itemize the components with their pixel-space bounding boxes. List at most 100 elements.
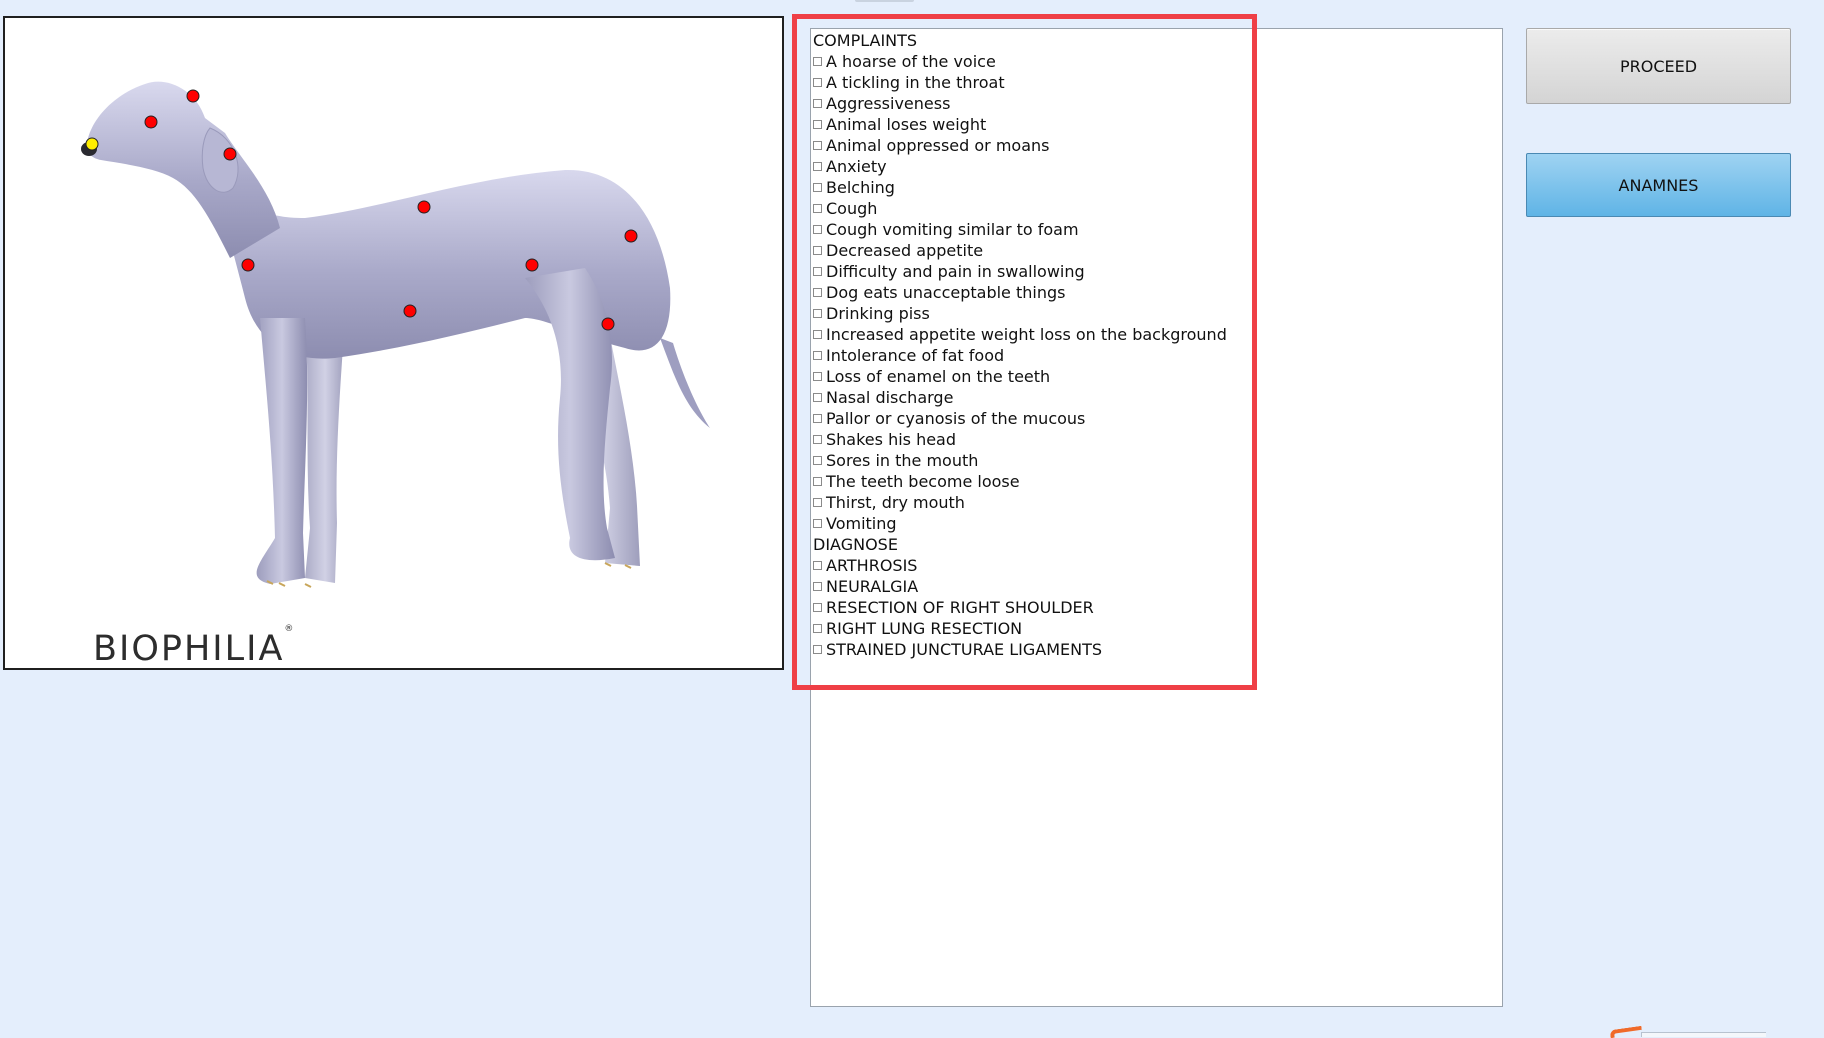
corner-field[interactable] [1641, 1032, 1766, 1037]
complaint-item[interactable]: Sores in the mouth [813, 450, 1253, 471]
checkbox[interactable] [813, 141, 822, 150]
complaint-item[interactable]: Vomiting [813, 513, 1253, 534]
checkbox[interactable] [813, 414, 822, 423]
diagnosis-item[interactable]: RESECTION OF RIGHT SHOULDER [813, 597, 1253, 618]
complaint-item[interactable]: Decreased appetite [813, 240, 1253, 261]
complaint-item-label: Pallor or cyanosis of the mucous [826, 409, 1086, 428]
checkbox[interactable] [813, 582, 822, 591]
checkbox[interactable] [813, 561, 822, 570]
anamnes-button[interactable]: ANAMNES [1526, 153, 1791, 217]
checkbox[interactable] [813, 435, 822, 444]
complaint-item[interactable]: Increased appetite weight loss on the ba… [813, 324, 1253, 345]
registered-mark: ® [284, 624, 294, 635]
complaint-item-label: Intolerance of fat food [826, 346, 1005, 365]
complaint-item-label: Aggressiveness [826, 94, 951, 113]
checkbox[interactable] [813, 99, 822, 108]
point-marker[interactable] [525, 258, 539, 272]
top-tab-handle[interactable] [855, 0, 914, 2]
checkbox[interactable] [813, 183, 822, 192]
complaint-item[interactable]: Thirst, dry mouth [813, 492, 1253, 513]
diagnosis-item-label: RIGHT LUNG RESECTION [826, 619, 1023, 638]
complaint-item[interactable]: Loss of enamel on the teeth [813, 366, 1253, 387]
dog-body-map-panel: BIOPHILIA® [3, 16, 784, 670]
complaint-item[interactable]: Shakes his head [813, 429, 1253, 450]
complaint-item[interactable]: Dog eats unacceptable things [813, 282, 1253, 303]
point-marker[interactable] [417, 200, 431, 214]
corner-arrow-icon[interactable] [1609, 1025, 1643, 1038]
complaint-item-label: Animal loses weight [826, 115, 987, 134]
complaint-item-label: Drinking piss [826, 304, 930, 323]
point-marker[interactable] [601, 317, 615, 331]
complaint-item[interactable]: Drinking piss [813, 303, 1253, 324]
dog-body-map [81, 81, 710, 588]
checkbox[interactable] [813, 288, 822, 297]
complaint-item-label: Decreased appetite [826, 241, 984, 260]
point-marker[interactable] [241, 258, 255, 272]
complaint-item[interactable]: Aggressiveness [813, 93, 1253, 114]
diagnosis-item-label: RESECTION OF RIGHT SHOULDER [826, 598, 1094, 617]
complaint-item-label: Loss of enamel on the teeth [826, 367, 1051, 386]
checkbox[interactable] [813, 204, 822, 213]
brand-logo-text: BIOPHILIA [93, 629, 285, 669]
complaint-item[interactable]: Belching [813, 177, 1253, 198]
diagnosis-item[interactable]: RIGHT LUNG RESECTION [813, 618, 1253, 639]
complaint-item-label: Belching [826, 178, 895, 197]
checkbox[interactable] [813, 120, 822, 129]
complaint-item[interactable]: Pallor or cyanosis of the mucous [813, 408, 1253, 429]
point-marker[interactable] [186, 89, 200, 103]
checkbox[interactable] [813, 519, 822, 528]
checkbox[interactable] [813, 498, 822, 507]
diagnosis-item-label: ARTHROSIS [826, 556, 918, 575]
proceed-button[interactable]: PROCEED [1526, 28, 1791, 104]
checkbox[interactable] [813, 351, 822, 360]
complaint-item[interactable]: Animal loses weight [813, 114, 1253, 135]
complaints-list: A hoarse of the voice A tickling in the t… [813, 51, 1253, 534]
complaint-item-label: Cough vomiting similar to foam [826, 220, 1079, 239]
checkbox[interactable] [813, 309, 822, 318]
checkbox[interactable] [813, 456, 822, 465]
checkbox[interactable] [813, 330, 822, 339]
checkbox[interactable] [813, 162, 822, 171]
checkbox[interactable] [813, 267, 822, 276]
checkbox[interactable] [813, 645, 822, 654]
point-marker[interactable] [403, 304, 417, 318]
checkbox[interactable] [813, 372, 822, 381]
checkbox[interactable] [813, 57, 822, 66]
checkbox[interactable] [813, 246, 822, 255]
complaint-item[interactable]: Cough vomiting similar to foam [813, 219, 1253, 240]
complaints-diagnose-list: COMPLAINTS A hoarse of the voice A tickli… [813, 30, 1253, 660]
complaint-item[interactable]: Intolerance of fat food [813, 345, 1253, 366]
complaint-item[interactable]: A hoarse of the voice [813, 51, 1253, 72]
complaint-item[interactable]: Animal oppressed or moans [813, 135, 1253, 156]
complaint-item-label: Increased appetite weight loss on the ba… [826, 325, 1227, 344]
diagnosis-item[interactable]: ARTHROSIS [813, 555, 1253, 576]
complaint-item[interactable]: Nasal discharge [813, 387, 1253, 408]
checkbox[interactable] [813, 603, 822, 612]
complaint-item-label: A tickling in the throat [826, 73, 1005, 92]
diagnosis-item[interactable]: STRAINED JUNCTURAE LIGAMENTS [813, 639, 1253, 660]
checkbox[interactable] [813, 393, 822, 402]
complaint-item-label: Thirst, dry mouth [826, 493, 965, 512]
complaint-item-label: Vomiting [826, 514, 897, 533]
complaint-item[interactable]: A tickling in the throat [813, 72, 1253, 93]
complaint-item[interactable]: Difficulty and pain in swallowing [813, 261, 1253, 282]
diagnosis-item[interactable]: NEURALGIA [813, 576, 1253, 597]
diagnose-heading: DIAGNOSE [813, 535, 898, 554]
complaints-heading: COMPLAINTS [813, 31, 918, 50]
checkbox[interactable] [813, 225, 822, 234]
selected-point-marker[interactable] [85, 137, 99, 151]
complaint-item-label: Nasal discharge [826, 388, 954, 407]
checkbox[interactable] [813, 78, 822, 87]
point-marker[interactable] [223, 147, 237, 161]
complaint-item[interactable]: Cough [813, 198, 1253, 219]
complaint-item[interactable]: Anxiety [813, 156, 1253, 177]
complaint-item-label: Shakes his head [826, 430, 957, 449]
checkbox[interactable] [813, 624, 822, 633]
complaint-item-label: The teeth become loose [826, 472, 1020, 491]
complaint-item-label: A hoarse of the voice [826, 52, 996, 71]
complaint-item[interactable]: The teeth become loose [813, 471, 1253, 492]
point-marker[interactable] [144, 115, 158, 129]
diagnosis-item-label: NEURALGIA [826, 577, 919, 596]
point-marker[interactable] [624, 229, 638, 243]
checkbox[interactable] [813, 477, 822, 486]
